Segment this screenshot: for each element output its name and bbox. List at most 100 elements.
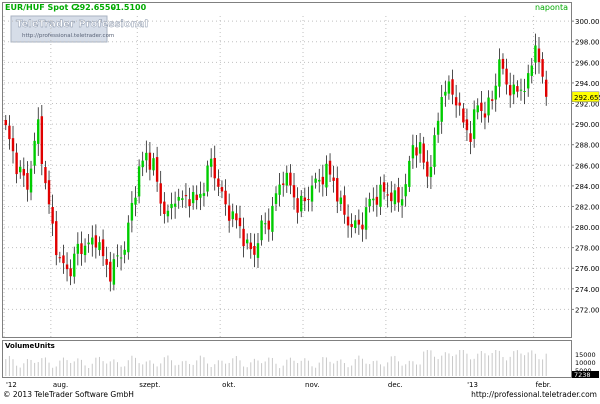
candle-body: [476, 105, 479, 113]
candle-body: [346, 216, 350, 226]
y-tick-label: 278.0000: [575, 245, 600, 253]
y-axis: 272.0000 274.0000 276.0000 278.0000 280.0000…: [571, 18, 600, 314]
candle-body: [508, 85, 512, 96]
volume-bar: [12, 359, 14, 376]
candle-body: [490, 99, 494, 101]
candle-body: [47, 180, 51, 205]
volume-bar: [495, 350, 497, 376]
volume-bar: [91, 363, 93, 376]
volume-bar: [318, 362, 320, 376]
candle-body: [152, 158, 155, 171]
candle-body: [220, 187, 224, 192]
volume-bar: [243, 366, 245, 376]
candle-body: [364, 207, 368, 230]
candle-body: [350, 223, 353, 227]
candle-body: [188, 199, 191, 207]
logo-url: http://professional.teletrader.com: [22, 33, 114, 39]
candle-body: [98, 242, 101, 251]
candle-body: [62, 255, 65, 264]
volume-bar: [369, 364, 371, 376]
y-tick-label: 282.0000: [575, 203, 600, 211]
volume-bar: [59, 360, 61, 376]
volume-bar: [390, 356, 392, 376]
volume-bar: [174, 365, 176, 376]
volume-bar: [340, 359, 342, 376]
candle-body: [170, 203, 173, 209]
candle-body: [526, 73, 530, 89]
candle-body: [375, 196, 379, 205]
volume-bar: [307, 360, 309, 376]
volume-bar: [430, 350, 432, 376]
candle-body: [83, 245, 87, 256]
candle-body: [314, 178, 317, 183]
candle-body: [292, 185, 296, 198]
candle-body: [65, 264, 69, 270]
candle-body: [354, 220, 357, 228]
candle-body: [33, 140, 36, 166]
candle-body: [206, 165, 209, 192]
volume-bar: [397, 361, 399, 376]
last-price-marker: 292.6550: [571, 91, 600, 103]
candle-body: [181, 198, 184, 200]
period-label: naponta: [535, 3, 568, 12]
volume-bar: [325, 357, 327, 376]
volume-max-label: 7238: [574, 371, 591, 379]
volume-bar: [131, 355, 133, 376]
volume-bar: [513, 351, 515, 376]
volume-bar: [239, 360, 241, 376]
candle-body: [300, 195, 303, 212]
candle-body: [40, 116, 44, 165]
candle-body: [451, 79, 454, 95]
volume-bar: [153, 363, 155, 376]
candle-body: [537, 48, 541, 63]
candle-body: [483, 113, 487, 118]
volume-bar: [379, 364, 381, 376]
candle-body: [469, 133, 472, 142]
candle-body: [523, 90, 526, 92]
y-tick-label: 280.0000: [575, 224, 600, 232]
volume-bar: [181, 361, 183, 376]
volume-bar: [376, 360, 378, 376]
candle-body: [447, 81, 451, 94]
candle-body: [4, 119, 8, 126]
chart-window: EUR/HUF Spot C: 292.6550 -1.5100 naponta…: [0, 0, 600, 400]
candle-body: [231, 211, 234, 220]
candle-body: [145, 152, 148, 161]
candle-body: [285, 172, 289, 186]
candle-body: [256, 243, 260, 258]
candle-body: [307, 199, 310, 201]
volume-bar: [315, 367, 317, 376]
volume-bar: [207, 363, 209, 376]
candle-body: [137, 166, 141, 197]
candle-body: [8, 125, 11, 140]
candle-body: [368, 198, 371, 207]
candle-body: [101, 239, 105, 257]
volume-bar: [444, 352, 446, 376]
volume-bar: [351, 365, 353, 376]
volume-bar: [347, 367, 349, 376]
volume-bar: [23, 363, 25, 376]
volume-bar: [257, 360, 259, 376]
candle-body: [19, 166, 22, 173]
volume-bar: [408, 360, 410, 376]
volume-bar: [542, 359, 544, 376]
candle-body: [444, 91, 447, 96]
footer-url: http://professional.teletrader.com: [471, 390, 597, 399]
candle-body: [199, 193, 202, 198]
candle-body: [263, 223, 267, 225]
candle-body: [26, 173, 29, 190]
candle-body: [318, 179, 321, 182]
candle-body: [260, 220, 263, 241]
volume-bar: [322, 357, 324, 376]
candle-body: [400, 199, 404, 206]
volume-bar: [473, 358, 475, 376]
volume-bar: [98, 356, 100, 376]
candle-body: [44, 167, 47, 184]
volume-bar: [44, 357, 46, 376]
price-chart: EUR/HUF Spot C: 292.6550 -1.5100 naponta…: [2, 2, 600, 399]
candle-body: [217, 178, 220, 187]
candle-body: [159, 183, 162, 204]
volume-bar: [358, 355, 360, 376]
volume-bar: [264, 361, 266, 376]
candle-body: [267, 220, 270, 230]
